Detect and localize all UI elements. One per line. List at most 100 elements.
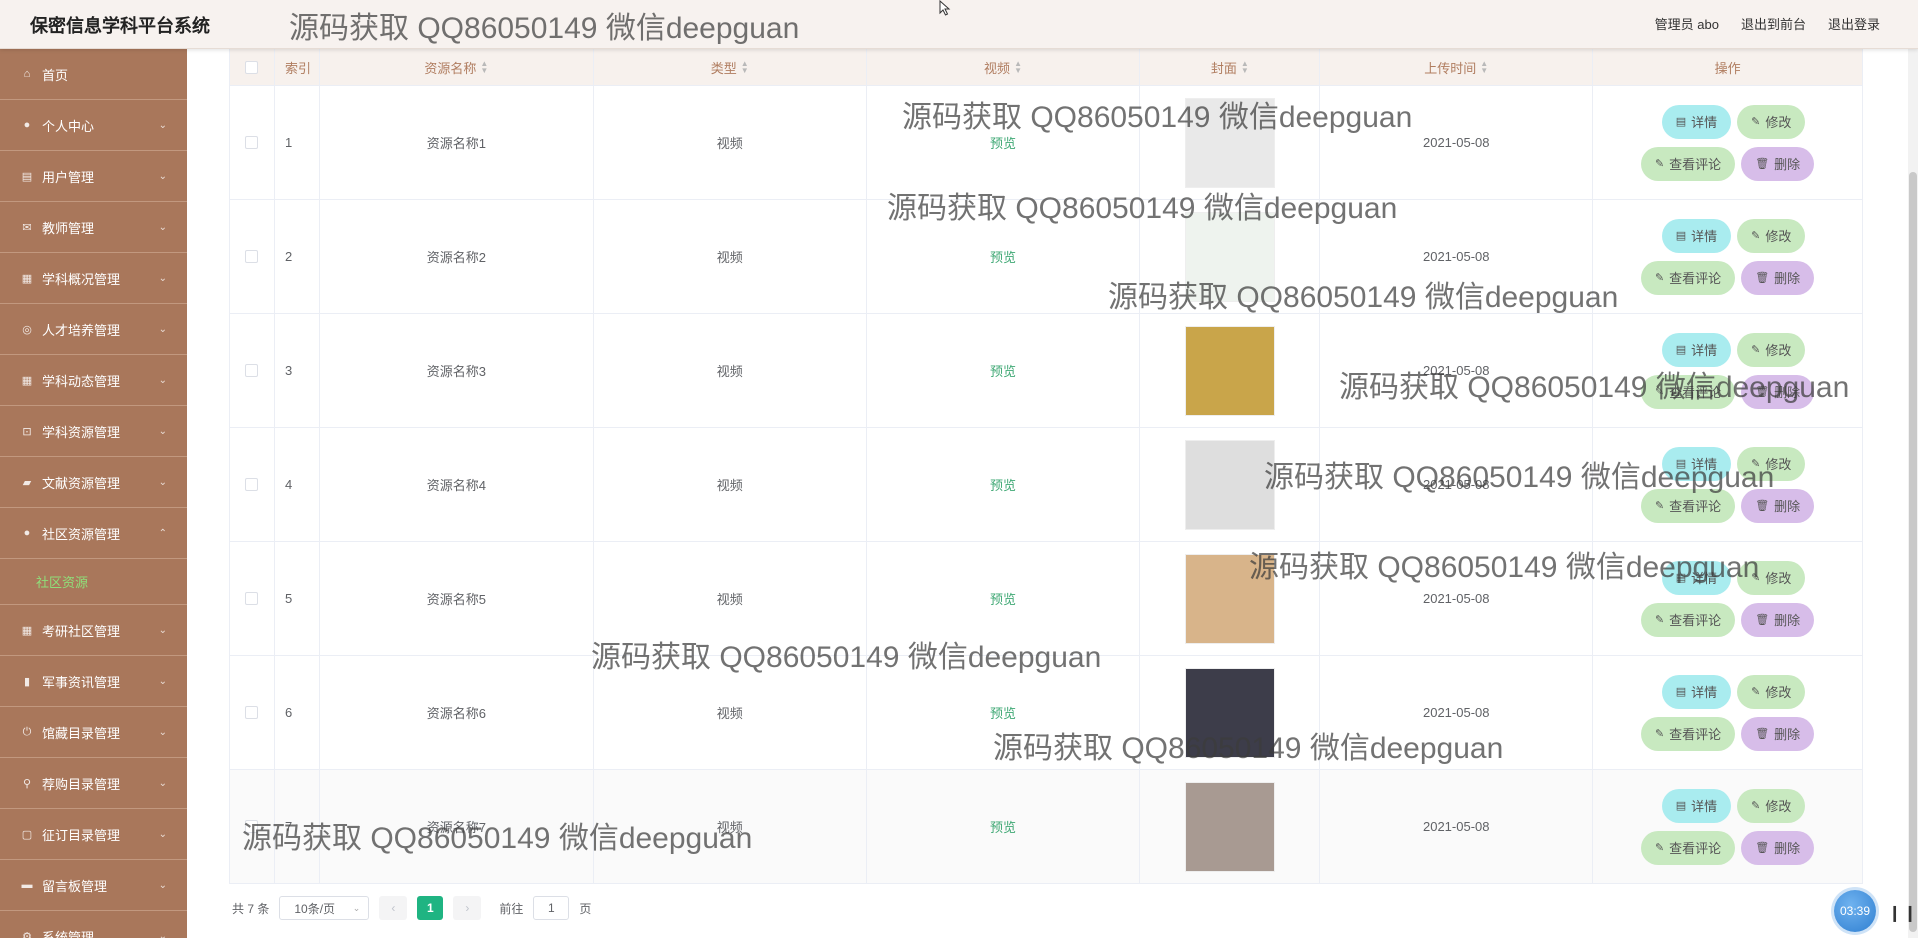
sort-icon[interactable]: ▲ ▼ (1480, 60, 1488, 75)
delete-button[interactable]: 🗑 删除 (1741, 716, 1815, 751)
row-select-cell[interactable] (230, 770, 275, 883)
detail-button[interactable]: ▤ 详情 (1661, 104, 1732, 139)
page-size-select[interactable]: 10条/页 ⌄ (279, 896, 370, 920)
header-name[interactable]: 资源名称 ▲ ▼ (320, 49, 594, 85)
row-checkbox[interactable] (245, 592, 259, 605)
row-select-cell[interactable] (230, 428, 275, 541)
sidebar-item-subject-resources[interactable]: ⊡ 学科资源管理 ⌄ (0, 406, 187, 457)
detail-button[interactable]: ▤ 详情 (1661, 788, 1732, 823)
preview-link[interactable]: 预览 (990, 361, 1016, 380)
next-page-button[interactable]: › (453, 896, 482, 920)
delete-button[interactable]: 🗑 删除 (1741, 146, 1815, 181)
row-select-cell[interactable] (230, 314, 275, 427)
preview-link[interactable]: 预览 (990, 703, 1016, 722)
table-row: 4 资源名称4 视频 预览 2021-05-08 ▤ 详情 ✎ 修改 ✎ 查看评论 🗑… (230, 428, 1863, 542)
row-checkbox[interactable] (245, 706, 259, 719)
recording-timer[interactable]: 03:39 (1834, 890, 1876, 932)
cover-image[interactable] (1184, 667, 1275, 758)
edit-button[interactable]: ✎ 修改 (1737, 218, 1806, 253)
page-number-1[interactable]: 1 (417, 896, 444, 920)
back-to-frontend-link[interactable]: 退出到前台 (1741, 14, 1806, 33)
view-comments-button[interactable]: ✎ 查看评论 (1640, 488, 1736, 523)
sidebar-item-exam-community[interactable]: ▦ 考研社区管理 ⌄ (0, 605, 187, 656)
sort-icon[interactable]: ▲ ▼ (480, 60, 488, 75)
goto-page-input[interactable]: 1 (533, 896, 570, 920)
sort-icon[interactable]: ▲ ▼ (741, 60, 749, 75)
sidebar-item-home[interactable]: ⌂ 首页 (0, 49, 187, 100)
prev-page-button[interactable]: ‹ (379, 896, 408, 920)
row-select-cell[interactable] (230, 542, 275, 655)
sidebar-item-recommend-catalog[interactable]: ⚲ 荐购目录管理 ⌄ (0, 758, 187, 809)
cover-image[interactable] (1184, 439, 1275, 530)
view-comments-button[interactable]: ✎ 查看评论 (1640, 602, 1736, 637)
scrollbar-thumb[interactable] (1909, 172, 1917, 932)
row-checkbox[interactable] (245, 820, 259, 833)
cover-image[interactable] (1184, 781, 1275, 872)
header-video[interactable]: 视频 ▲ ▼ (867, 49, 1141, 85)
detail-button[interactable]: ▤ 详情 (1661, 446, 1732, 481)
select-all-checkbox[interactable] (245, 60, 259, 74)
edit-button[interactable]: ✎ 修改 (1737, 560, 1806, 595)
sort-icon[interactable]: ▲ ▼ (1014, 60, 1022, 75)
delete-button[interactable]: 🗑 删除 (1741, 374, 1815, 409)
detail-button[interactable]: ▤ 详情 (1661, 332, 1732, 367)
view-comments-button[interactable]: ✎ 查看评论 (1640, 146, 1736, 181)
sidebar-item-teachers[interactable]: ✉ 教师管理 ⌄ (0, 202, 187, 253)
sort-icon[interactable]: ▲ ▼ (1241, 60, 1249, 75)
admin-user-link[interactable]: 管理员 abo (1655, 14, 1719, 33)
header-select-all[interactable] (230, 49, 275, 85)
sidebar-item-users[interactable]: ▤ 用户管理 ⌄ (0, 151, 187, 202)
preview-link[interactable]: 预览 (990, 817, 1016, 836)
pause-icon[interactable]: ❙❙ (1888, 903, 1918, 923)
table-row: 6 资源名称6 视频 预览 2021-05-08 ▤ 详情 ✎ 修改 ✎ 查看评论 🗑… (230, 656, 1863, 770)
detail-button[interactable]: ▤ 详情 (1661, 560, 1732, 595)
view-comments-button[interactable]: ✎ 查看评论 (1640, 260, 1736, 295)
cover-image[interactable] (1184, 211, 1275, 302)
delete-button[interactable]: 🗑 删除 (1741, 260, 1815, 295)
cover-image[interactable] (1184, 553, 1275, 644)
preview-link[interactable]: 预览 (990, 247, 1016, 266)
sidebar-item-literature[interactable]: ▰ 文献资源管理 ⌄ (0, 457, 187, 508)
edit-button[interactable]: ✎ 修改 (1737, 788, 1806, 823)
row-checkbox[interactable] (245, 250, 259, 263)
edit-button[interactable]: ✎ 修改 (1737, 332, 1806, 367)
header-cover[interactable]: 封面 ▲ ▼ (1140, 49, 1321, 85)
sidebar-item-military-news[interactable]: ▮ 军事资讯管理 ⌄ (0, 656, 187, 707)
detail-button[interactable]: ▤ 详情 (1661, 674, 1732, 709)
sidebar-item-subscription-catalog[interactable]: ▢ 征订目录管理 ⌄ (0, 809, 187, 860)
sidebar-subitem-community-resources[interactable]: 社区资源 (0, 559, 187, 605)
row-checkbox[interactable] (245, 478, 259, 491)
sidebar-item-community[interactable]: ● 社区资源管理 ⌃ (0, 508, 187, 559)
row-select-cell[interactable] (230, 656, 275, 769)
delete-button[interactable]: 🗑 删除 (1741, 488, 1815, 523)
preview-link[interactable]: 预览 (990, 133, 1016, 152)
preview-link[interactable]: 预览 (990, 589, 1016, 608)
sidebar-item-collection-catalog[interactable]: ⏻ 馆藏目录管理 ⌄ (0, 707, 187, 758)
sidebar-item-talent[interactable]: ◎ 人才培养管理 ⌄ (0, 304, 187, 355)
row-checkbox[interactable] (245, 364, 259, 377)
header-upload-time[interactable]: 上传时间 ▲ ▼ (1320, 49, 1594, 85)
edit-button[interactable]: ✎ 修改 (1737, 446, 1806, 481)
cover-image[interactable] (1184, 325, 1275, 416)
sidebar-item-system[interactable]: ⚙ 系统管理 ⌄ (0, 911, 187, 938)
view-comments-button[interactable]: ✎ 查看评论 (1640, 830, 1736, 865)
delete-button[interactable]: 🗑 删除 (1741, 830, 1815, 865)
detail-button[interactable]: ▤ 详情 (1661, 218, 1732, 253)
logout-link[interactable]: 退出登录 (1828, 14, 1880, 33)
edit-button[interactable]: ✎ 修改 (1737, 674, 1806, 709)
sidebar-item-subject-news[interactable]: ▦ 学科动态管理 ⌄ (0, 355, 187, 406)
view-comments-button[interactable]: ✎ 查看评论 (1640, 716, 1736, 751)
view-comments-button[interactable]: ✎ 查看评论 (1640, 374, 1736, 409)
sidebar-item-message-board[interactable]: ▬ 留言板管理 ⌄ (0, 860, 187, 911)
sidebar-item-subject-overview[interactable]: ▦ 学科概况管理 ⌄ (0, 253, 187, 304)
preview-link[interactable]: 预览 (990, 475, 1016, 494)
row-select-cell[interactable] (230, 86, 275, 199)
row-checkbox[interactable] (245, 136, 259, 149)
row-select-cell[interactable] (230, 200, 275, 313)
cover-image[interactable] (1184, 97, 1275, 188)
header-type[interactable]: 类型 ▲ ▼ (594, 49, 867, 85)
edit-button[interactable]: ✎ 修改 (1737, 104, 1806, 139)
edit-icon: ✎ (1654, 728, 1665, 740)
sidebar-item-profile[interactable]: ● 个人中心 ⌄ (0, 100, 187, 151)
delete-button[interactable]: 🗑 删除 (1741, 602, 1815, 637)
